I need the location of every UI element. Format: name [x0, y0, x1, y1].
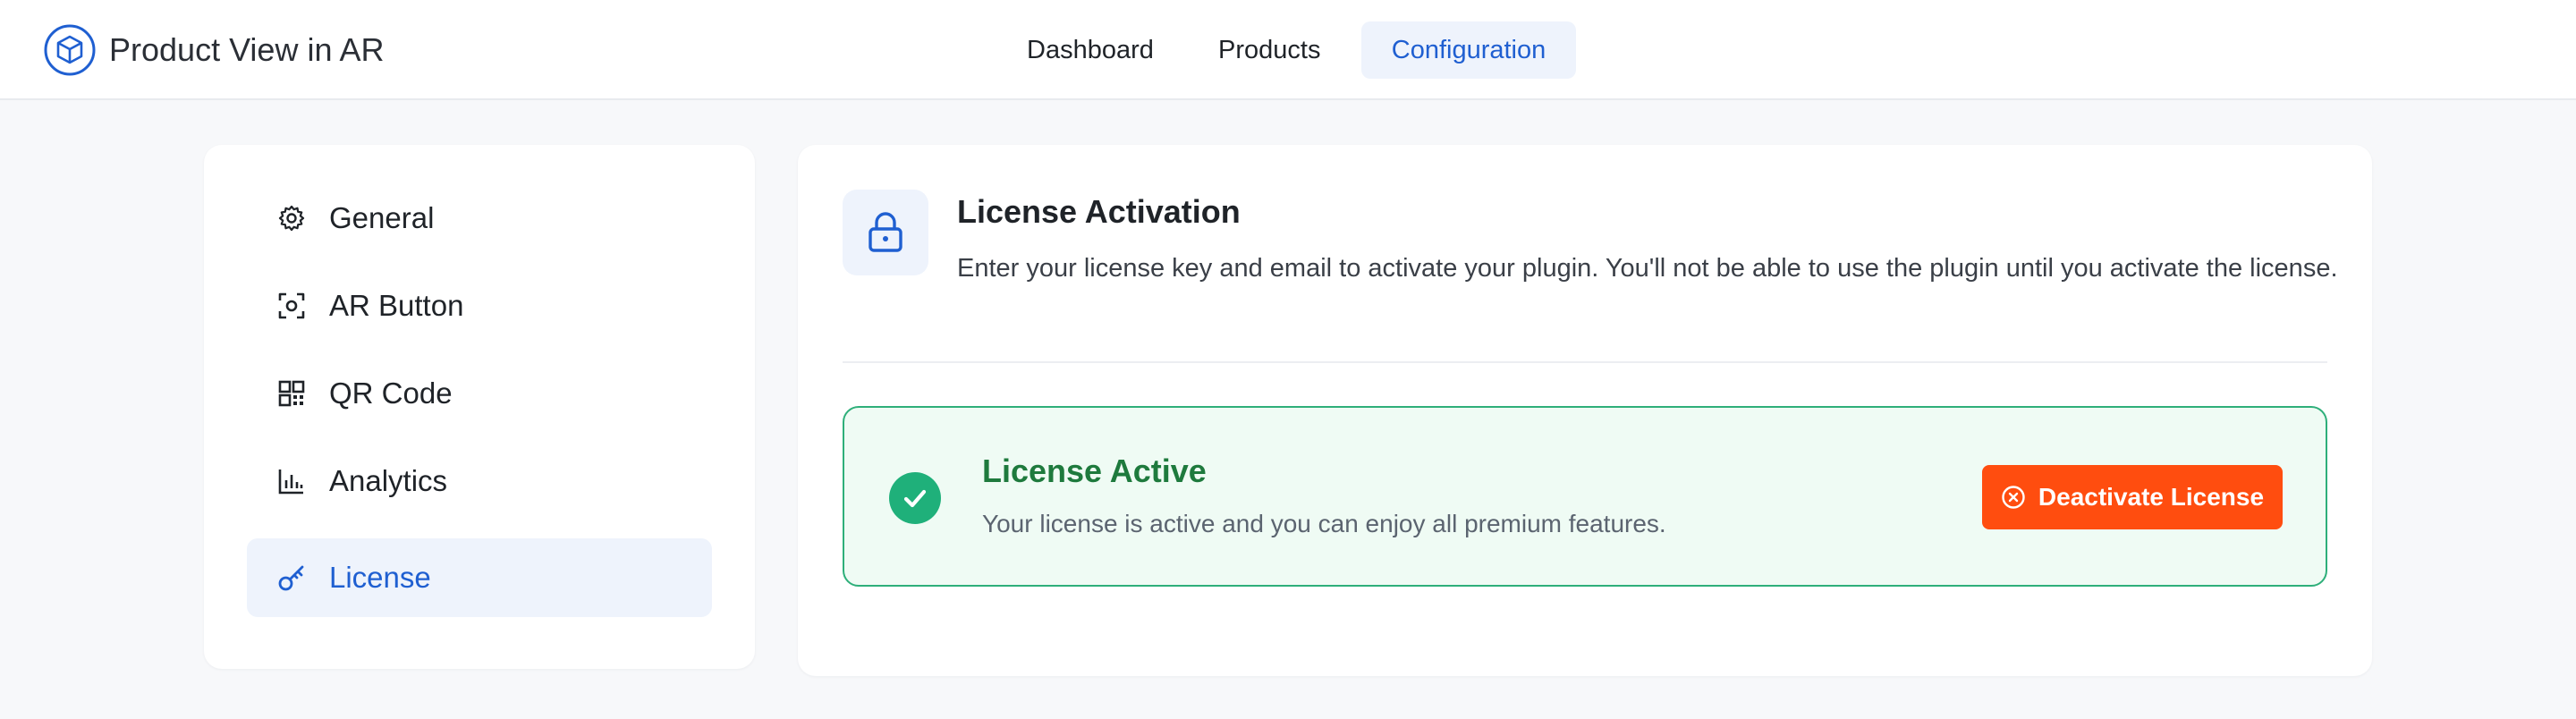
deactivate-label: Deactivate License — [2038, 483, 2265, 511]
bar-chart-icon — [277, 467, 306, 495]
sidebar-item-label: License — [329, 561, 431, 594]
gear-icon — [277, 204, 306, 233]
main-nav: Dashboard Products Configuration — [0, 21, 2576, 79]
nav-products[interactable]: Products — [1191, 21, 1347, 79]
sidebar-item-label: QR Code — [329, 376, 453, 410]
license-status-panel: License Active Your license is active an… — [843, 406, 2327, 587]
page-title: License Activation — [957, 193, 1241, 230]
sidebar-item-qr-code[interactable]: QR Code — [247, 354, 712, 433]
scan-icon — [277, 292, 306, 320]
sidebar-item-license[interactable]: License — [247, 538, 712, 617]
qr-code-icon — [277, 379, 306, 408]
sidebar-item-ar-button[interactable]: AR Button — [247, 266, 712, 345]
sidebar-item-general[interactable]: General — [247, 179, 712, 258]
key-icon — [277, 563, 306, 592]
settings-sidebar: General AR Button QR Code Analytics Lice… — [204, 145, 755, 669]
sidebar-item-label: Analytics — [329, 464, 448, 497]
nav-configuration[interactable]: Configuration — [1361, 21, 1576, 79]
nav-dashboard[interactable]: Dashboard — [1000, 21, 1181, 79]
top-bar: Product View in AR Dashboard Products Co… — [0, 0, 2576, 100]
lock-icon — [866, 211, 905, 254]
lock-icon-box — [843, 190, 928, 275]
sidebar-item-label: AR Button — [329, 289, 464, 322]
sidebar-item-analytics[interactable]: Analytics — [247, 442, 712, 520]
license-card: License Activation Enter your license ke… — [798, 145, 2372, 676]
divider — [843, 361, 2327, 363]
status-text: Your license is active and you can enjoy… — [982, 510, 1666, 537]
status-title: License Active — [982, 453, 1207, 489]
deactivate-license-button[interactable]: Deactivate License — [1982, 465, 2283, 529]
sidebar-item-label: General — [329, 201, 435, 234]
close-circle-icon — [2001, 485, 2026, 510]
page-description: Enter your license key and email to acti… — [957, 254, 2338, 283]
check-circle-icon — [889, 472, 941, 524]
